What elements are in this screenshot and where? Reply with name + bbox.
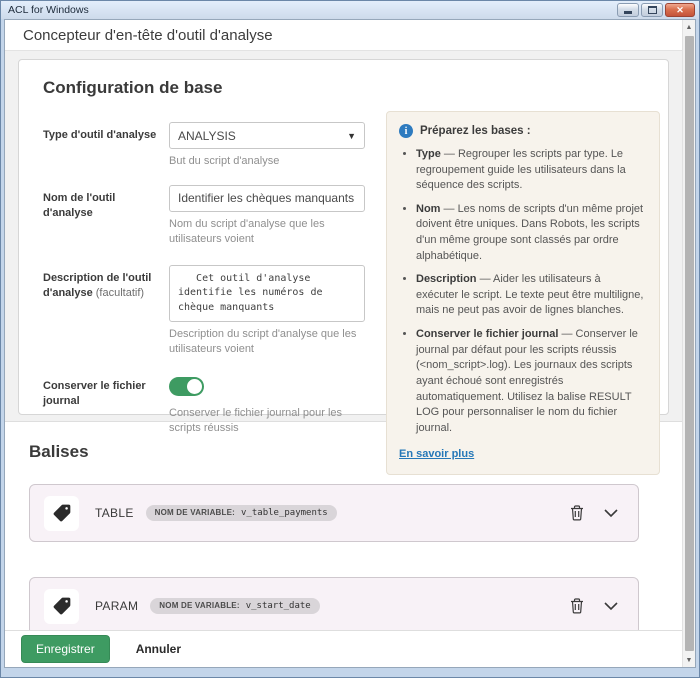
chevron-down-icon — [604, 602, 618, 611]
tag-icon — [52, 596, 72, 616]
learn-more-link[interactable]: En savoir plus — [399, 448, 474, 460]
scrollbar-up-icon[interactable]: ▲ — [683, 20, 695, 34]
chevron-down-icon — [604, 509, 618, 518]
info-bullet-type: Type — Regrouper les scripts par type. L… — [416, 147, 645, 194]
info-panel-title: Préparez les bases : — [420, 125, 531, 137]
trash-icon — [570, 505, 584, 521]
titlebar: ACL for Windows ✕ — [1, 1, 699, 19]
keep-log-toggle[interactable] — [169, 377, 204, 396]
delete-tag-button[interactable] — [570, 505, 584, 521]
dialog-body: Configuration de base Type d'outil d'ana… — [5, 51, 682, 630]
tag-type: TABLE — [95, 506, 134, 520]
cancel-button[interactable]: Annuler — [136, 642, 181, 656]
expand-tag-button[interactable] — [604, 602, 618, 611]
analytic-name-helper: Nom du script d'analyse que les utilisat… — [169, 217, 365, 247]
variable-badge-value: v_start_date — [246, 601, 311, 611]
info-bullet-name: Nom — Les noms de scripts d'un même proj… — [416, 202, 645, 264]
variable-badge-label: NOM DE VARIABLE: — [159, 601, 239, 610]
tag-icon — [52, 503, 72, 523]
tag-card-param: PARAM NOM DE VARIABLE: v_start_date — [29, 577, 639, 630]
tag-icon-box — [44, 496, 79, 531]
vertical-scrollbar[interactable]: ▲ ▼ — [682, 20, 695, 667]
basic-configuration-title: Configuration de base — [43, 78, 646, 98]
info-icon: i — [399, 124, 413, 138]
delete-tag-button[interactable] — [570, 598, 584, 614]
info-bullet-description: Description — Aider les utilisateurs à e… — [416, 272, 645, 319]
save-button[interactable]: Enregistrer — [21, 635, 110, 663]
tag-icon-box — [44, 589, 79, 624]
info-bullet-keep-log: Conserver le fichier journal — Conserver… — [416, 327, 645, 436]
window-title: ACL for Windows — [8, 4, 617, 16]
page-title: Concepteur d'en-tête d'outil d'analyse — [23, 27, 273, 44]
variable-badge: NOM DE VARIABLE: v_table_payments — [146, 505, 337, 521]
minimize-icon — [624, 11, 632, 14]
analytic-type-helper: But du script d'analyse — [169, 154, 365, 169]
close-button[interactable]: ✕ — [665, 3, 695, 17]
close-icon: ✕ — [676, 6, 684, 15]
minimize-button[interactable] — [617, 3, 639, 17]
analytic-type-label: Type d'outil d'analyse — [43, 122, 169, 169]
expand-tag-button[interactable] — [604, 509, 618, 518]
scrollbar-down-icon[interactable]: ▼ — [683, 653, 695, 667]
scrollbar-thumb[interactable] — [685, 36, 694, 651]
analytic-name-label: Nom de l'outil d'analyse — [43, 185, 169, 247]
maximize-button[interactable] — [641, 3, 663, 17]
dialog-header: Concepteur d'en-tête d'outil d'analyse — [5, 20, 682, 51]
analytic-name-input[interactable] — [169, 185, 365, 212]
info-bullet-list: Type — Regrouper les scripts par type. L… — [399, 147, 645, 436]
basic-configuration-card: Configuration de base Type d'outil d'ana… — [18, 59, 669, 415]
tag-type: PARAM — [95, 599, 138, 613]
variable-badge-value: v_table_payments — [241, 508, 328, 518]
keep-log-helper: Conserver le fichier journal pour les sc… — [169, 406, 365, 436]
maximize-icon — [648, 6, 657, 14]
footer: Enregistrer Annuler — [5, 630, 682, 667]
analytic-description-helper: Description du script d'analyse que les … — [169, 327, 365, 357]
chevron-down-icon: ▼ — [347, 131, 356, 141]
keep-log-label: Conserver le fichier journal — [43, 377, 169, 436]
analytic-description-label: Description de l'outil d'analyse (facult… — [43, 265, 169, 357]
analytic-type-select[interactable]: ANALYSIS ▼ — [169, 122, 365, 149]
variable-badge-label: NOM DE VARIABLE: — [155, 508, 235, 517]
app-window: ACL for Windows ✕ Concepteur d'en-tête d… — [0, 0, 700, 678]
tag-card-table: TABLE NOM DE VARIABLE: v_table_payments — [29, 484, 639, 542]
info-panel: i Préparez les bases : Type — Regrouper … — [386, 111, 660, 475]
analytic-type-value: ANALYSIS — [178, 129, 347, 143]
optional-label: (facultatif) — [96, 287, 144, 299]
analytic-description-textarea[interactable]: Cet outil d'analyse identifie les numéro… — [169, 265, 365, 323]
dialog: Concepteur d'en-tête d'outil d'analyse C… — [4, 19, 696, 668]
toggle-knob — [187, 379, 202, 394]
variable-badge: NOM DE VARIABLE: v_start_date — [150, 598, 319, 614]
trash-icon — [570, 598, 584, 614]
